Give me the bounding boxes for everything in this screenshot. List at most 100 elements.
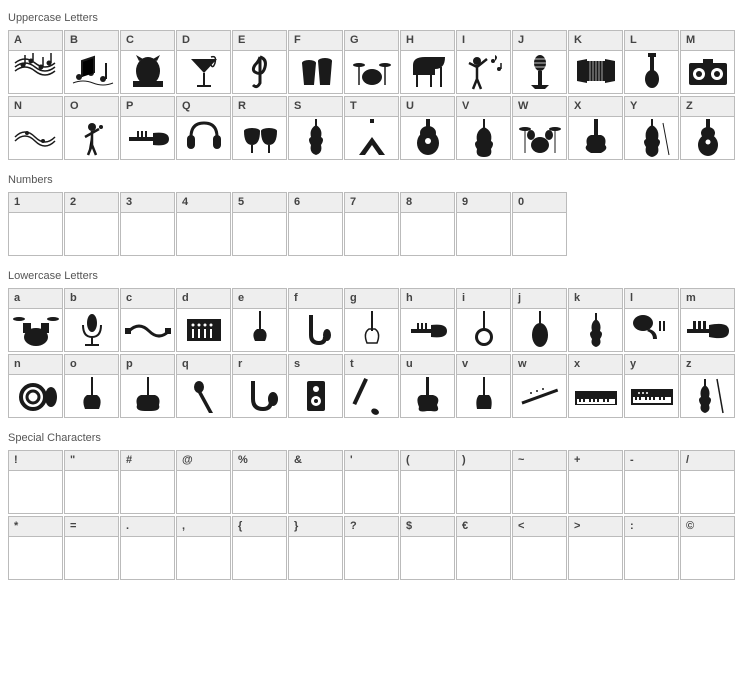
lowercase-cell[interactable]: q bbox=[176, 354, 231, 418]
special-cell[interactable]: @ bbox=[176, 450, 231, 514]
empty-icon bbox=[121, 471, 174, 513]
uppercase-cell[interactable]: J bbox=[512, 30, 567, 94]
uppercase-cell[interactable]: Q bbox=[176, 96, 231, 160]
numbers-cell[interactable]: 4 bbox=[176, 192, 231, 256]
uppercase-cell[interactable]: H bbox=[400, 30, 455, 94]
uppercase-cell[interactable]: Y bbox=[624, 96, 679, 160]
uppercase-cell[interactable]: R bbox=[232, 96, 287, 160]
numbers-grid: 1234567890 bbox=[8, 192, 740, 256]
uppercase-cell[interactable]: A bbox=[8, 30, 63, 94]
lowercase-cell[interactable]: f bbox=[288, 288, 343, 352]
numbers-cell[interactable]: 5 bbox=[232, 192, 287, 256]
special-cell[interactable]: % bbox=[232, 450, 287, 514]
uppercase-cell[interactable]: M bbox=[680, 30, 735, 94]
uppercase-cell[interactable]: N bbox=[8, 96, 63, 160]
numbers-cell[interactable]: 3 bbox=[120, 192, 175, 256]
special-cell[interactable]: ! bbox=[8, 450, 63, 514]
special-cell[interactable]: , bbox=[176, 516, 231, 580]
special-cell[interactable]: . bbox=[120, 516, 175, 580]
uppercase-cell[interactable]: D bbox=[176, 30, 231, 94]
special-cell[interactable]: + bbox=[568, 450, 623, 514]
singer-icon bbox=[65, 117, 118, 159]
lowercase-cell[interactable]: v bbox=[456, 354, 511, 418]
special-cell[interactable]: ' bbox=[344, 450, 399, 514]
lowercase-cell[interactable]: t bbox=[344, 354, 399, 418]
cat-dj-icon bbox=[121, 51, 174, 93]
lowercase-cell[interactable]: d bbox=[176, 288, 231, 352]
uppercase-cell[interactable]: S bbox=[288, 96, 343, 160]
special-cell[interactable]: & bbox=[288, 450, 343, 514]
numbers-cell[interactable]: 6 bbox=[288, 192, 343, 256]
lowercase-cell[interactable]: u bbox=[400, 354, 455, 418]
uppercase-cell[interactable]: O bbox=[64, 96, 119, 160]
numbers-cell[interactable]: 8 bbox=[400, 192, 455, 256]
lowercase-cell[interactable]: y bbox=[624, 354, 679, 418]
lowercase-cell[interactable]: g bbox=[344, 288, 399, 352]
lowercase-cell[interactable]: z bbox=[680, 354, 735, 418]
uppercase-cell[interactable]: V bbox=[456, 96, 511, 160]
sax-alto-icon bbox=[233, 375, 286, 417]
special-cell[interactable]: : bbox=[624, 516, 679, 580]
uppercase-cell[interactable]: G bbox=[344, 30, 399, 94]
lowercase-cell[interactable]: k bbox=[568, 288, 623, 352]
special-cell[interactable]: ) bbox=[456, 450, 511, 514]
lowercase-cell[interactable]: h bbox=[400, 288, 455, 352]
numbers-cell[interactable]: 7 bbox=[344, 192, 399, 256]
cell-label: B bbox=[65, 31, 118, 51]
lowercase-cell[interactable]: p bbox=[120, 354, 175, 418]
special-cell[interactable]: { bbox=[232, 516, 287, 580]
uppercase-cell[interactable]: L bbox=[624, 30, 679, 94]
special-cell[interactable]: $ bbox=[400, 516, 455, 580]
numbers-cell[interactable]: 1 bbox=[8, 192, 63, 256]
uppercase-cell[interactable]: C bbox=[120, 30, 175, 94]
lowercase-cell[interactable]: w bbox=[512, 354, 567, 418]
numbers-cell[interactable]: 9 bbox=[456, 192, 511, 256]
microphone-icon bbox=[177, 375, 230, 417]
lowercase-cell[interactable]: m bbox=[680, 288, 735, 352]
uppercase-cell[interactable]: T bbox=[344, 96, 399, 160]
empty-icon bbox=[289, 213, 342, 255]
uppercase-cell[interactable]: X bbox=[568, 96, 623, 160]
uppercase-cell[interactable]: P bbox=[120, 96, 175, 160]
lowercase-cell[interactable]: s bbox=[288, 354, 343, 418]
lowercase-cell[interactable]: o bbox=[64, 354, 119, 418]
special-cell[interactable]: ( bbox=[400, 450, 455, 514]
special-cell[interactable]: } bbox=[288, 516, 343, 580]
special-cell[interactable]: © bbox=[680, 516, 735, 580]
lowercase-cell[interactable]: x bbox=[568, 354, 623, 418]
special-cell[interactable]: * bbox=[8, 516, 63, 580]
uppercase-cell[interactable]: U bbox=[400, 96, 455, 160]
special-cell[interactable]: € bbox=[456, 516, 511, 580]
uppercase-cell[interactable]: E bbox=[232, 30, 287, 94]
lowercase-cell[interactable]: c bbox=[120, 288, 175, 352]
uppercase-cell[interactable]: W bbox=[512, 96, 567, 160]
drumset-big-icon bbox=[9, 309, 62, 351]
lowercase-cell[interactable]: j bbox=[512, 288, 567, 352]
uppercase-cell[interactable]: F bbox=[288, 30, 343, 94]
lowercase-cell[interactable]: e bbox=[232, 288, 287, 352]
lowercase-cell[interactable]: r bbox=[232, 354, 287, 418]
uppercase-cell[interactable]: K bbox=[568, 30, 623, 94]
numbers-cell[interactable]: 0 bbox=[512, 192, 567, 256]
lowercase-cell[interactable]: l bbox=[624, 288, 679, 352]
uppercase-cell[interactable]: Z bbox=[680, 96, 735, 160]
uppercase-cell[interactable]: B bbox=[64, 30, 119, 94]
numbers-cell[interactable]: 2 bbox=[64, 192, 119, 256]
special-cell[interactable]: = bbox=[64, 516, 119, 580]
cell-label: 8 bbox=[401, 193, 454, 213]
special-cell[interactable]: # bbox=[120, 450, 175, 514]
special-cell[interactable]: < bbox=[512, 516, 567, 580]
special-cell[interactable]: " bbox=[64, 450, 119, 514]
special-cell[interactable]: - bbox=[624, 450, 679, 514]
special-cell[interactable]: > bbox=[568, 516, 623, 580]
lowercase-cell[interactable]: i bbox=[456, 288, 511, 352]
cell-label: y bbox=[625, 355, 678, 375]
special-cell[interactable]: / bbox=[680, 450, 735, 514]
lowercase-cell[interactable]: n bbox=[8, 354, 63, 418]
lowercase-cell[interactable]: a bbox=[8, 288, 63, 352]
special-cell[interactable]: ~ bbox=[512, 450, 567, 514]
lowercase-cell[interactable]: b bbox=[64, 288, 119, 352]
violin-icon bbox=[289, 117, 342, 159]
special-cell[interactable]: ? bbox=[344, 516, 399, 580]
uppercase-cell[interactable]: I bbox=[456, 30, 511, 94]
